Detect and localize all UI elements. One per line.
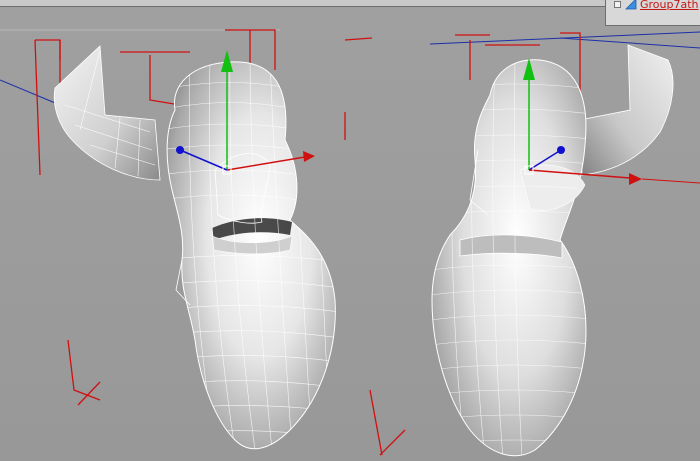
scene-canvas[interactable] xyxy=(0,0,700,461)
horn-right-model xyxy=(579,44,674,176)
viking-head-wireframe-left[interactable] xyxy=(53,45,340,450)
horn-left-model xyxy=(53,45,161,181)
viking-head-wireframe-right[interactable] xyxy=(430,44,700,460)
scene-guide-lines xyxy=(0,29,700,106)
3d-viewport[interactable]: Group7ath xyxy=(0,0,700,461)
